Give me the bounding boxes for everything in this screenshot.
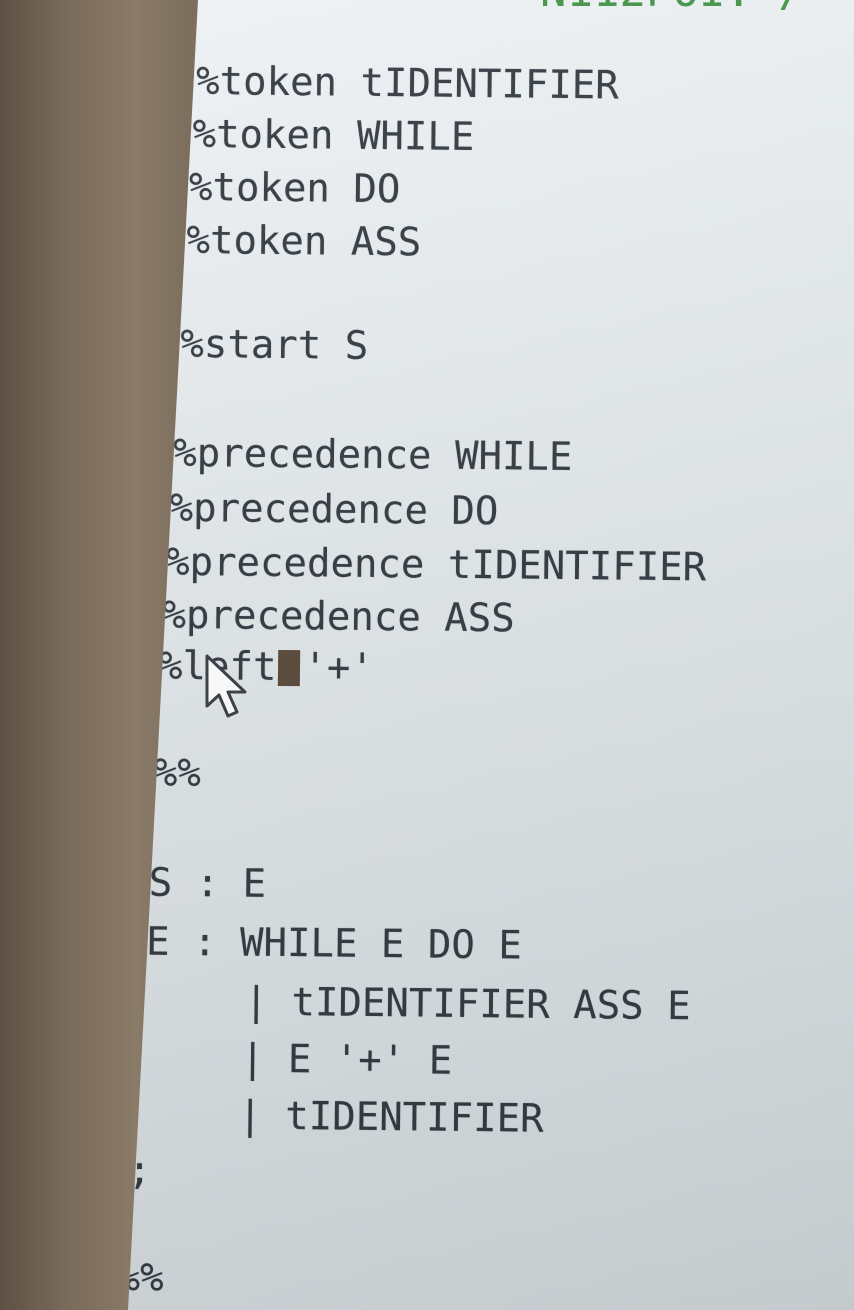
code-line-rule-s: S : E bbox=[148, 860, 267, 907]
monitor-screen: N112POI:~/ %token tIDENTIFIER %token WHI… bbox=[116, 0, 854, 1310]
code-line-alt-plus: | E '+' E bbox=[240, 1036, 453, 1084]
code-line-precedence-identifier: %precedence tIDENTIFIER bbox=[165, 539, 707, 591]
mouse-pointer-icon bbox=[205, 654, 247, 718]
code-line-rule-e: E : WHILE E DO E bbox=[145, 919, 523, 969]
code-line-separator-1: %% bbox=[153, 750, 202, 797]
code-line-precedence-do: %precedence DO bbox=[169, 485, 499, 535]
code-line-token-ass: %token ASS bbox=[186, 217, 422, 266]
code-line-separator-2: %% bbox=[116, 1255, 164, 1301]
text-cursor-block bbox=[278, 649, 301, 687]
code-line-start: %start S bbox=[180, 321, 369, 369]
code-line-precedence-ass: %precedence ASS bbox=[162, 592, 515, 642]
code-line-token-while: %token WHILE bbox=[192, 112, 475, 160]
code-editor[interactable]: %token tIDENTIFIER %token WHILE %token D… bbox=[116, 0, 854, 1310]
photo-scene: N112POI:~/ %token tIDENTIFIER %token WHI… bbox=[0, 0, 854, 1310]
code-line-alt-identifier: | tIDENTIFIER bbox=[238, 1093, 544, 1142]
code-line-left: %left'+' bbox=[159, 644, 375, 691]
code-line-semicolon: ; bbox=[127, 1148, 152, 1194]
left-operand: '+' bbox=[303, 645, 375, 691]
code-line-token-do: %token DO bbox=[188, 164, 401, 213]
code-line-alt-assign: | tIDENTIFIER ASS E bbox=[244, 979, 691, 1030]
code-line-precedence-while: %precedence WHILE bbox=[173, 430, 573, 481]
code-line-token-identifier: %token tIDENTIFIER bbox=[195, 59, 620, 109]
